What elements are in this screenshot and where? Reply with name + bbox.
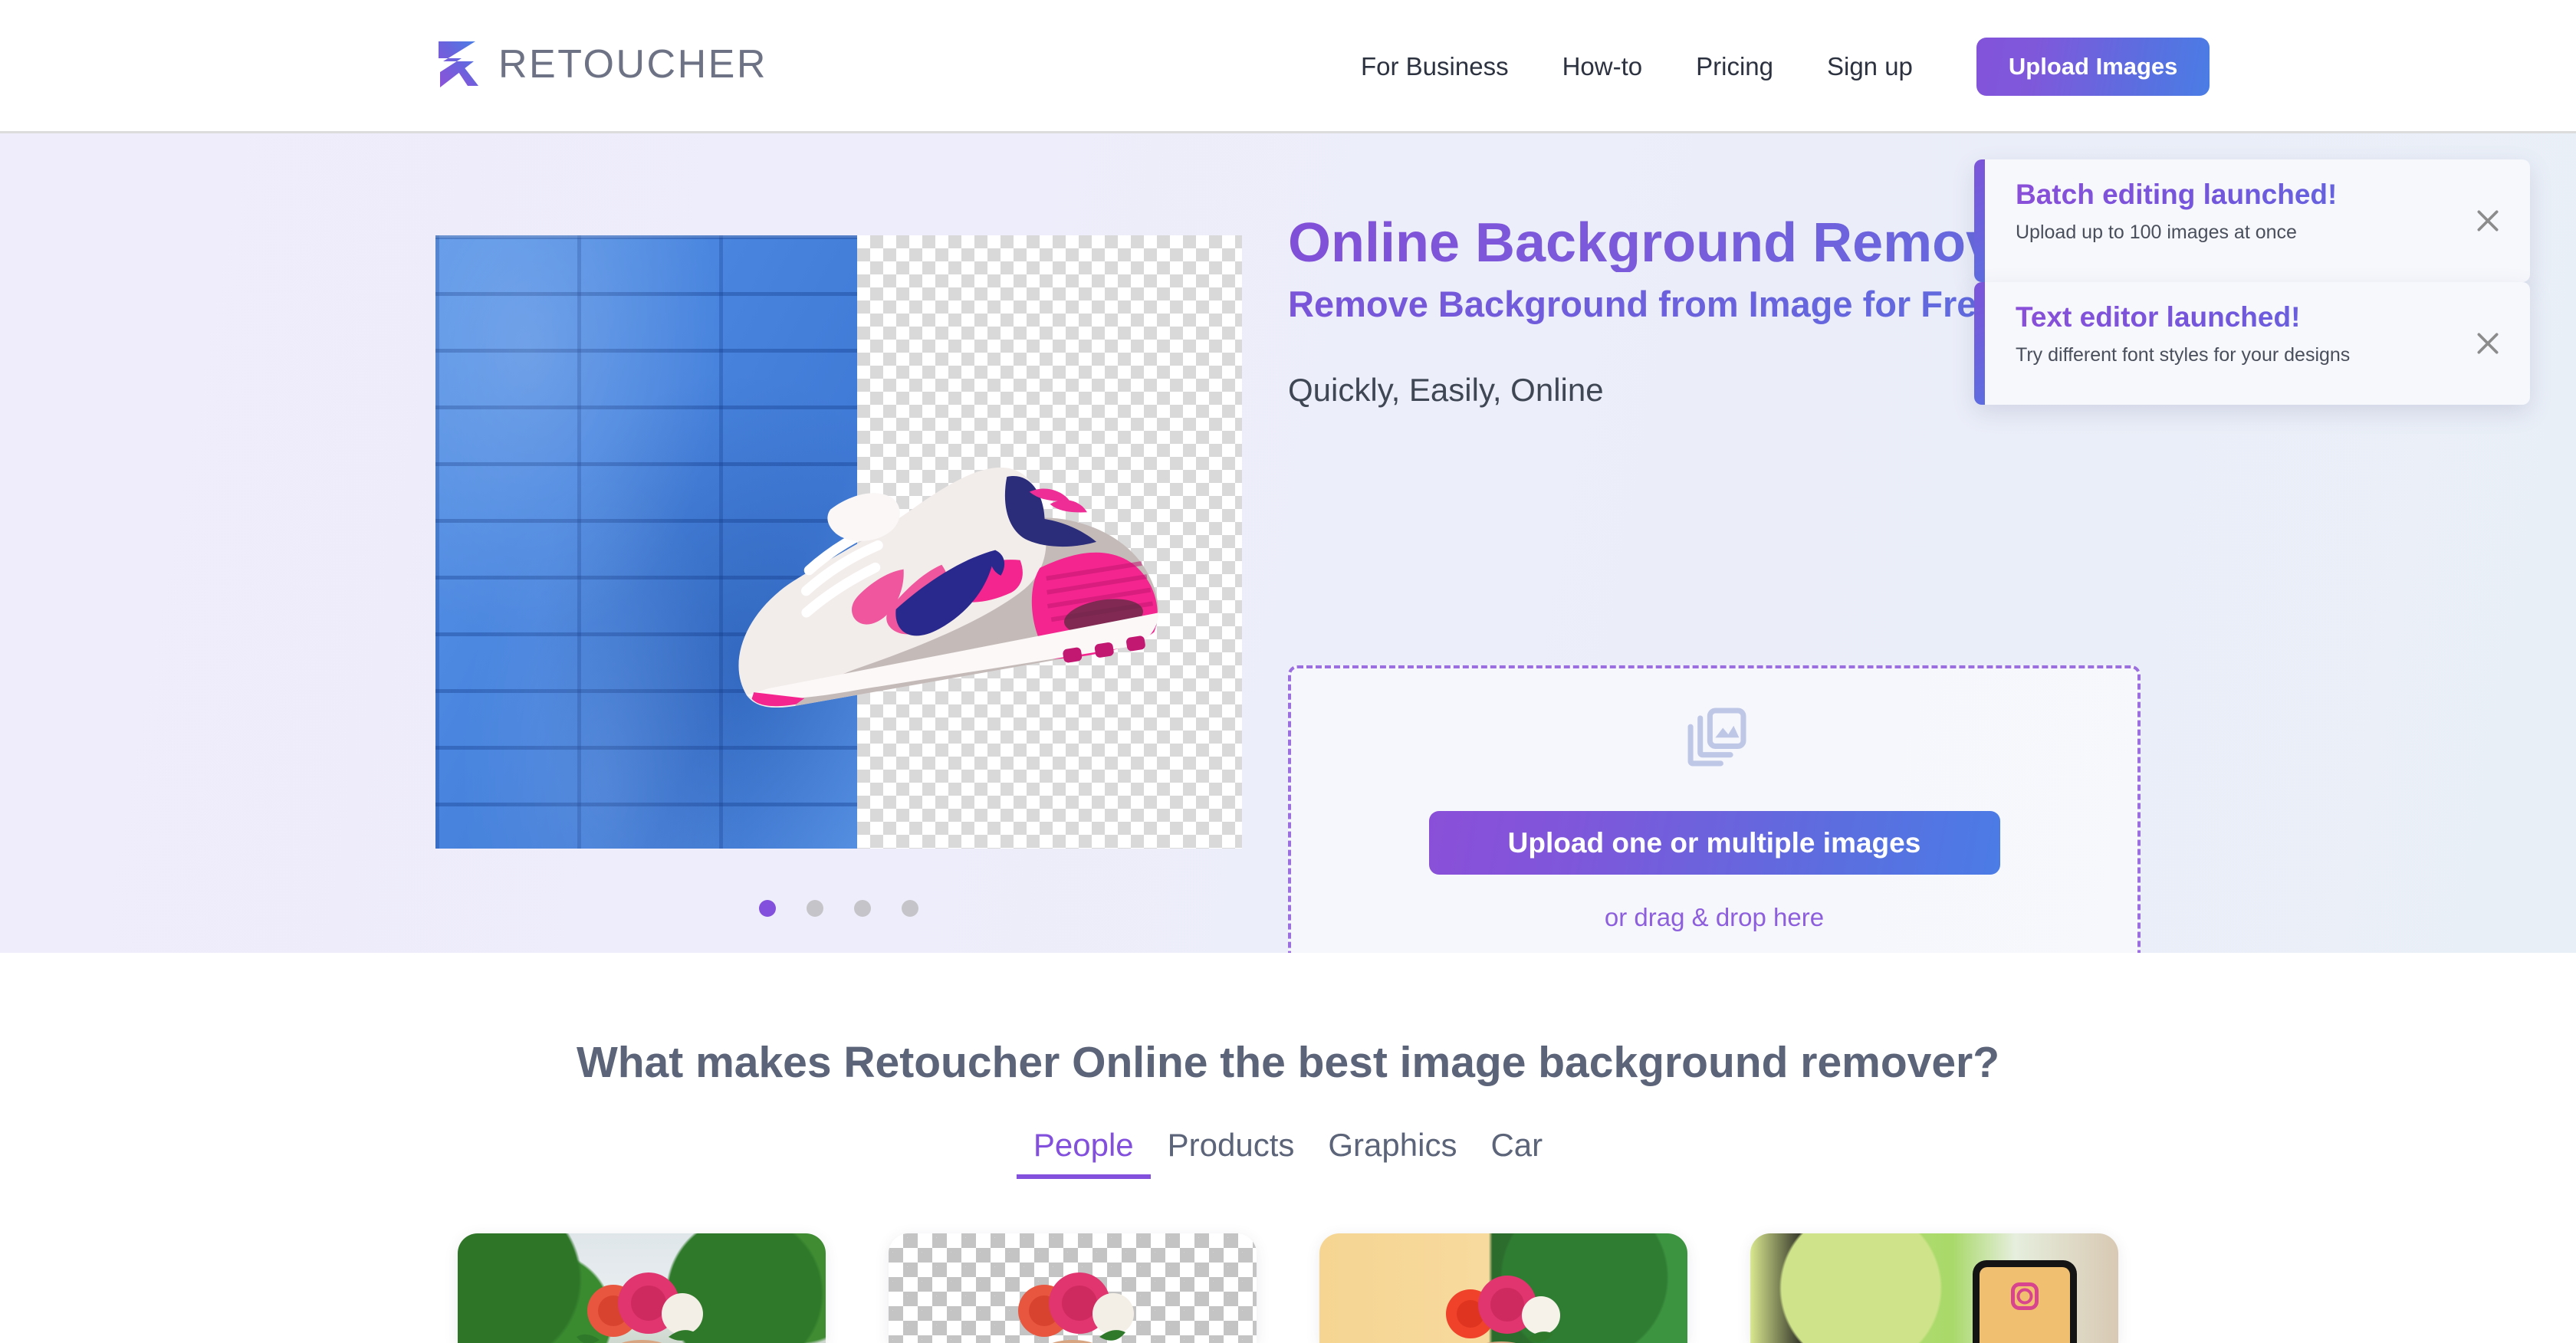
toast-accent-bar	[1974, 282, 1985, 405]
toast-body: Text editor launched! Try different font…	[1985, 282, 2446, 405]
toast-title: Batch editing launched!	[2016, 179, 2446, 211]
flower-crown-graphic	[1018, 1272, 1134, 1343]
drag-and-drop-hint[interactable]: or drag & drop here	[1605, 903, 1824, 932]
tab-products[interactable]: Products	[1151, 1127, 1312, 1174]
close-icon[interactable]	[2446, 282, 2530, 405]
category-tabs: People Products Graphics Car	[0, 1127, 2576, 1179]
carousel-dot-2[interactable]	[807, 900, 823, 917]
toast-text-editor[interactable]: Text editor launched! Try different font…	[1974, 282, 2530, 405]
upload-images-button[interactable]: Upload Images	[1976, 38, 2210, 96]
site-header: RETOUCHER For Business How-to Pricing Si…	[0, 0, 2576, 133]
nav-item-pricing[interactable]: Pricing	[1669, 52, 1800, 81]
hero-before-after-image	[435, 235, 1242, 849]
toast-subtitle: Try different font styles for your desig…	[2016, 343, 2351, 366]
nav-item-for-business[interactable]: For Business	[1334, 52, 1536, 81]
toast-body: Batch editing launched! Upload up to 100…	[1985, 159, 2446, 282]
instagram-icon	[2011, 1282, 2039, 1310]
main-nav: For Business How-to Pricing Sign up Uplo…	[1334, 0, 2210, 133]
retoucher-r-logo-icon	[435, 38, 481, 90]
toast-title: Text editor launched!	[2016, 301, 2446, 333]
tab-people[interactable]: People	[1016, 1127, 1151, 1179]
close-icon[interactable]	[2446, 159, 2530, 282]
nav-item-how-to[interactable]: How-to	[1536, 52, 1670, 81]
toast-subtitle: Upload up to 100 images at once	[2016, 221, 2297, 243]
gallery-card-instagram-phone[interactable]	[1750, 1233, 2118, 1343]
page-root: RETOUCHER For Business How-to Pricing Si…	[0, 0, 2576, 1343]
upload-dropzone[interactable]: Upload one or multiple images or drag & …	[1288, 665, 2141, 989]
carousel-dot-3[interactable]	[854, 900, 871, 917]
tab-car[interactable]: Car	[1474, 1127, 1559, 1174]
phone-mockup	[1973, 1260, 2077, 1343]
phone-screen	[1980, 1267, 2070, 1343]
section-heading: What makes Retoucher Online the best ima…	[576, 1038, 2000, 1087]
example-gallery	[0, 1233, 2576, 1343]
logo[interactable]: RETOUCHER	[435, 38, 767, 90]
toast-batch-editing[interactable]: Batch editing launched! Upload up to 100…	[1974, 159, 2530, 282]
gallery-card-transparent[interactable]	[889, 1233, 1257, 1343]
gallery-card-yellow-leaves[interactable]	[1319, 1233, 1687, 1343]
carousel-dot-4[interactable]	[902, 900, 918, 917]
upload-one-or-multiple-images-button[interactable]: Upload one or multiple images	[1428, 811, 2000, 875]
gallery-card-original[interactable]	[458, 1233, 826, 1343]
flower-crown-graphic	[577, 1272, 703, 1343]
nav-item-sign-up[interactable]: Sign up	[1800, 52, 1940, 81]
sneaker-illustration	[738, 467, 1159, 708]
carousel-dot-1[interactable]	[759, 900, 776, 917]
flower-crown-graphic	[1446, 1276, 1560, 1343]
stacked-images-icon	[1687, 708, 1746, 767]
logo-text: RETOUCHER	[498, 42, 767, 87]
hero-carousel-dots	[435, 900, 1242, 917]
tab-graphics[interactable]: Graphics	[1311, 1127, 1474, 1174]
toast-accent-bar	[1974, 159, 1985, 282]
